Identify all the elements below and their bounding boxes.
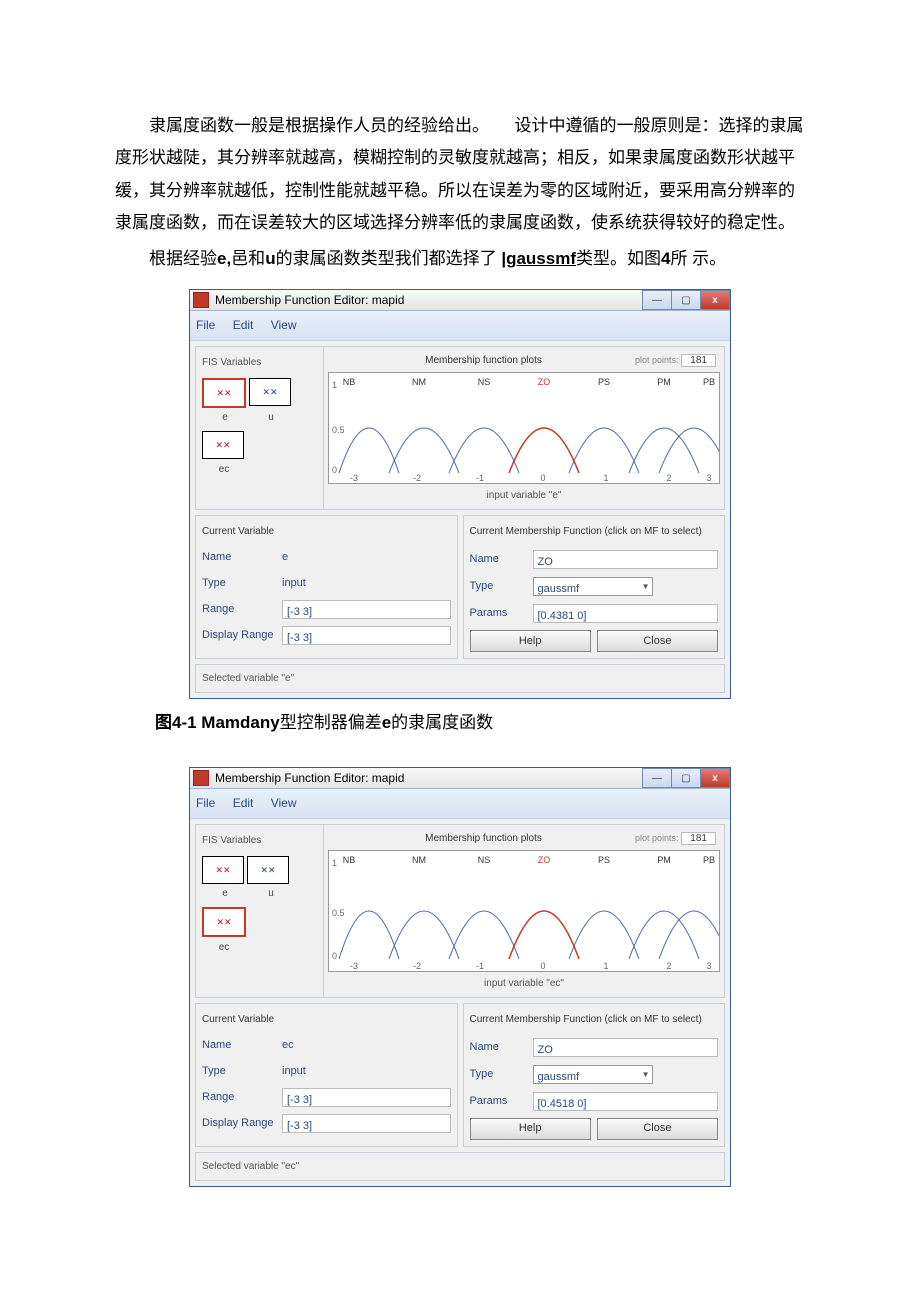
svg-text:0.5: 0.5 xyxy=(332,425,345,435)
svg-text:-1: -1 xyxy=(476,473,484,483)
svg-text:NB: NB xyxy=(343,377,356,387)
mf-name-field[interactable]: ZO xyxy=(533,1038,719,1057)
svg-text:ZO: ZO xyxy=(538,377,551,387)
figure-caption-1: 图4-1 Mamdany型控制器偏差e的隶属度函数 xyxy=(155,707,805,739)
svg-text:-2: -2 xyxy=(413,473,421,483)
plot-points-field[interactable]: 181 xyxy=(681,354,716,367)
menubar: File Edit View xyxy=(190,789,730,819)
svg-text:1: 1 xyxy=(332,858,337,868)
svg-text:PM: PM xyxy=(657,855,671,865)
membership-plot[interactable]: NB NM NS ZO PS PM PB -3 -2 -1 0 1 2 3 1 0.5 0 xyxy=(328,372,720,484)
current-variable-panel: Current Variable Nameec Typeinput Range[… xyxy=(195,1003,458,1147)
svg-text:PS: PS xyxy=(598,855,610,865)
current-variable-panel: Current Variable Namee Typeinput Range[-… xyxy=(195,515,458,659)
svg-text:NM: NM xyxy=(412,377,426,387)
plot-title: Membership function plots xyxy=(425,351,542,370)
svg-text:2: 2 xyxy=(666,473,671,483)
help-button[interactable]: Help xyxy=(470,1118,591,1140)
titlebar[interactable]: Membership Function Editor: mapid — ▢ x xyxy=(190,768,730,789)
membership-plot[interactable]: NB NM NS ZO PS PM PB -3 -2 -1 0 1 2 3 1 0.5 0 xyxy=(328,850,720,972)
maximize-button[interactable]: ▢ xyxy=(671,290,701,310)
menu-file[interactable]: File xyxy=(196,796,215,810)
svg-text:PB: PB xyxy=(703,855,715,865)
svg-text:2: 2 xyxy=(666,961,671,971)
status-bar: Selected variable "ec" xyxy=(195,1152,725,1181)
svg-text:3: 3 xyxy=(706,961,711,971)
fis-variables: FIS Variables ✕✕ ✕✕ eu ✕✕ ec xyxy=(196,825,324,997)
svg-text:PM: PM xyxy=(657,377,671,387)
svg-text:0: 0 xyxy=(540,473,545,483)
svg-text:1: 1 xyxy=(332,380,337,390)
plot-title: Membership function plots xyxy=(425,829,542,848)
fis-variables: FIS Variables ✕✕ ✕✕ eu ✕✕ ec xyxy=(196,347,324,509)
svg-text:-2: -2 xyxy=(413,961,421,971)
status-bar: Selected variable "e" xyxy=(195,664,725,693)
svg-text:PB: PB xyxy=(703,377,715,387)
mf-editor-window-e: Membership Function Editor: mapid — ▢ x … xyxy=(189,289,731,698)
menu-edit[interactable]: Edit xyxy=(233,318,254,332)
titlebar[interactable]: Membership Function Editor: mapid — ▢ x xyxy=(190,290,730,311)
window-title: Membership Function Editor: mapid xyxy=(215,289,643,312)
var-ec[interactable]: ✕✕ xyxy=(202,431,244,459)
svg-text:-3: -3 xyxy=(350,961,358,971)
svg-text:1: 1 xyxy=(603,961,608,971)
var-u[interactable]: ✕✕ xyxy=(247,856,289,884)
var-e[interactable]: ✕✕ xyxy=(202,856,244,884)
menu-edit[interactable]: Edit xyxy=(233,796,254,810)
range-field[interactable]: [-3 3] xyxy=(282,1088,451,1107)
svg-text:ZO: ZO xyxy=(538,855,551,865)
minimize-button[interactable]: — xyxy=(642,290,672,310)
svg-text:NM: NM xyxy=(412,855,426,865)
var-ec[interactable]: ✕✕ xyxy=(202,907,246,937)
mf-params-field[interactable]: [0.4518 0] xyxy=(533,1092,719,1111)
paragraph-1: 隶属度函数一般是根据操作人员的经验给出。 设计中遵循的一般原则是：选择的隶属度形… xyxy=(115,110,805,239)
mf-name-field[interactable]: ZO xyxy=(533,550,719,569)
range-field[interactable]: [-3 3] xyxy=(282,600,451,619)
var-u[interactable]: ✕✕ xyxy=(249,378,291,406)
menu-view[interactable]: View xyxy=(271,318,297,332)
mf-type-dropdown[interactable]: gaussmf xyxy=(533,1065,653,1084)
svg-text:-3: -3 xyxy=(350,473,358,483)
plot-points-field[interactable]: 181 xyxy=(681,832,716,845)
app-icon xyxy=(193,292,209,308)
display-range-field[interactable]: [-3 3] xyxy=(282,626,451,645)
close-button[interactable]: x xyxy=(700,768,730,788)
var-e[interactable]: ✕✕ xyxy=(202,378,246,408)
current-mf-panel: Current Membership Function (click on MF… xyxy=(463,515,726,659)
svg-text:NS: NS xyxy=(478,377,491,387)
mf-params-field[interactable]: [0.4381 0] xyxy=(533,604,719,623)
close-button[interactable]: x xyxy=(700,290,730,310)
window-title: Membership Function Editor: mapid xyxy=(215,767,643,790)
svg-text:-1: -1 xyxy=(476,961,484,971)
minimize-button[interactable]: — xyxy=(642,768,672,788)
svg-text:0.5: 0.5 xyxy=(332,908,345,918)
help-button[interactable]: Help xyxy=(470,630,591,652)
current-mf-panel: Current Membership Function (click on MF… xyxy=(463,1003,726,1147)
app-icon xyxy=(193,770,209,786)
svg-text:0: 0 xyxy=(540,961,545,971)
close-panel-button[interactable]: Close xyxy=(597,1118,718,1140)
mf-editor-window-ec: Membership Function Editor: mapid — ▢ x … xyxy=(189,767,731,1186)
close-panel-button[interactable]: Close xyxy=(597,630,718,652)
menubar: File Edit View xyxy=(190,311,730,341)
svg-text:0: 0 xyxy=(332,951,337,961)
svg-text:0: 0 xyxy=(332,465,337,475)
mf-type-dropdown[interactable]: gaussmf xyxy=(533,577,653,596)
svg-text:NS: NS xyxy=(478,855,491,865)
menu-file[interactable]: File xyxy=(196,318,215,332)
paragraph-2: 根据经验e,邑和u的隶属函数类型我们都选择了 |gaussmf类型。如图4所 示… xyxy=(115,243,805,275)
menu-view[interactable]: View xyxy=(271,796,297,810)
maximize-button[interactable]: ▢ xyxy=(671,768,701,788)
svg-text:PS: PS xyxy=(598,377,610,387)
svg-text:3: 3 xyxy=(706,473,711,483)
svg-text:NB: NB xyxy=(343,855,356,865)
svg-text:1: 1 xyxy=(603,473,608,483)
display-range-field[interactable]: [-3 3] xyxy=(282,1114,451,1133)
